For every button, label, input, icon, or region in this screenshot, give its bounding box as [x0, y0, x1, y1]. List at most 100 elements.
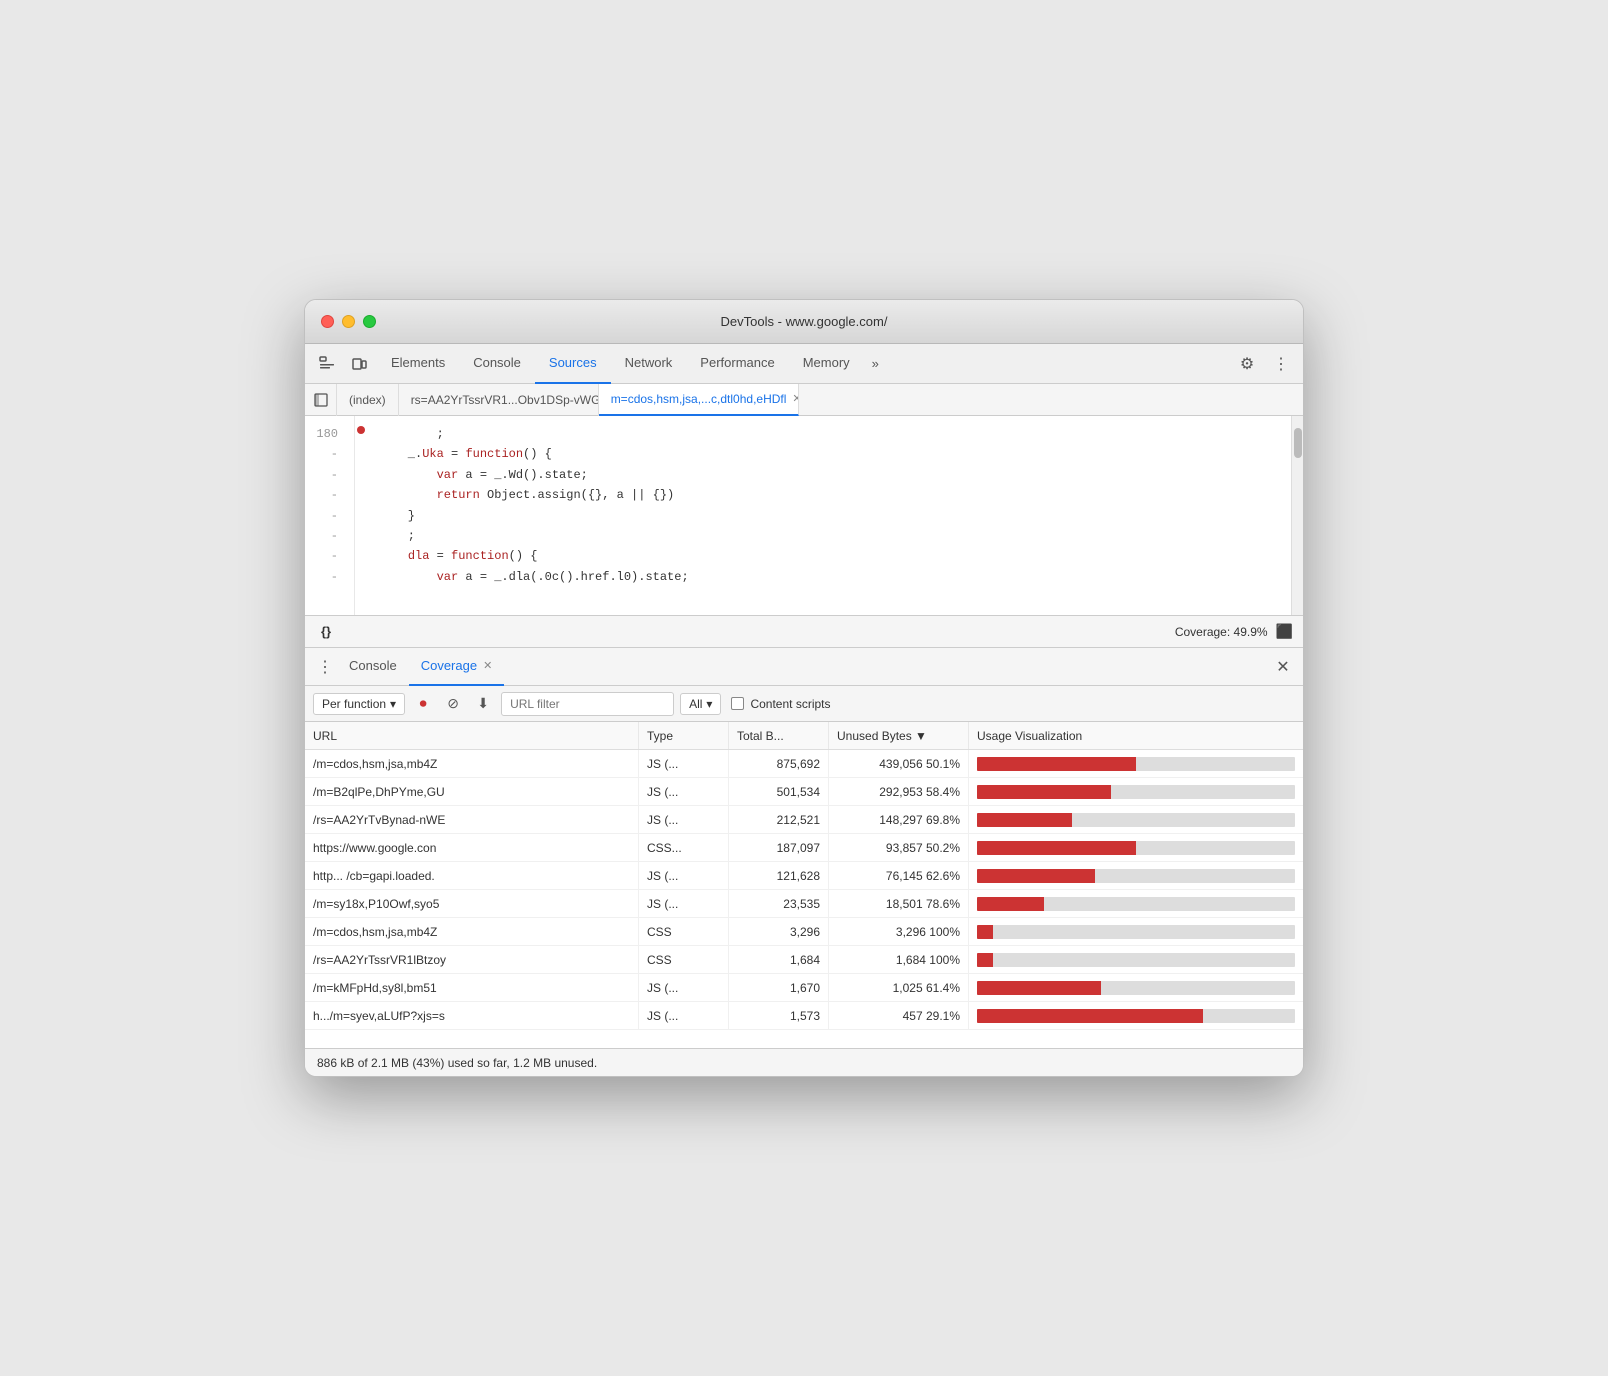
- tab-console[interactable]: Console: [459, 344, 535, 384]
- coverage-toolbar: Per function ▾ ⏺ ⊘ ⬇ All ▾ Content scrip…: [305, 686, 1303, 722]
- tab-performance[interactable]: Performance: [686, 344, 788, 384]
- more-tabs-button[interactable]: »: [864, 344, 887, 384]
- file-tab-close-icon[interactable]: ✕: [792, 392, 798, 405]
- cell-unused: 439,056 50.1%: [829, 750, 969, 777]
- coverage-tab-close-icon[interactable]: ✕: [483, 659, 492, 672]
- breakpoint-gutter: [355, 416, 367, 615]
- table-row[interactable]: http... /cb=gapi.loaded. JS (... 121,628…: [305, 862, 1303, 890]
- panel-menu-icon[interactable]: ⋮: [313, 655, 337, 679]
- col-total[interactable]: Total B...: [729, 722, 829, 749]
- nav-right: ⚙ ⋮: [1233, 350, 1295, 378]
- cell-vis: [969, 750, 1303, 777]
- cell-url: /m=sy18x,P10Owf,syo5: [305, 890, 639, 917]
- minimize-button[interactable]: [342, 315, 355, 328]
- table-row[interactable]: /m=kMFpHd,sy8l,bm51 JS (... 1,670 1,025 …: [305, 974, 1303, 1002]
- tab-network[interactable]: Network: [611, 344, 687, 384]
- vis-used-bar: [977, 869, 1095, 883]
- cell-type: JS (...: [639, 1002, 729, 1029]
- window-controls[interactable]: [321, 315, 376, 328]
- file-tab-mcdos[interactable]: m=cdos,hsm,jsa,...c,dtl0hd,eHDfl ✕: [599, 384, 799, 416]
- maximize-button[interactable]: [363, 315, 376, 328]
- cell-vis: [969, 806, 1303, 833]
- table-row[interactable]: /rs=AA2YrTvBynad-nWE JS (... 212,521 148…: [305, 806, 1303, 834]
- file-tab-index[interactable]: (index): [337, 384, 399, 416]
- cell-vis: [969, 1002, 1303, 1029]
- more-options-icon[interactable]: ⋮: [1267, 350, 1295, 378]
- device-icon[interactable]: [345, 350, 373, 378]
- table-row[interactable]: /rs=AA2YrTssrVR1lBtzoy CSS 1,684 1,684 1…: [305, 946, 1303, 974]
- coverage-panel: ⋮ Console Coverage ✕ ✕ Per function ▾ ⏺ …: [305, 648, 1303, 1048]
- cell-url: /m=kMFpHd,sy8l,bm51: [305, 974, 639, 1001]
- filter-all-select[interactable]: All ▾: [680, 693, 721, 715]
- cell-type: JS (...: [639, 806, 729, 833]
- stop-recording-button[interactable]: ⏺: [411, 692, 435, 716]
- format-button[interactable]: {}: [315, 622, 337, 641]
- file-tab-rs[interactable]: rs=AA2YrTssrVR1...Obv1DSp-vWG36A: [399, 384, 599, 416]
- code-line: return Object.assign({}, a || {}): [379, 485, 1279, 505]
- vis-bar: [977, 785, 1295, 799]
- tab-console-panel[interactable]: Console: [337, 648, 409, 686]
- cell-unused: 3,296 100%: [829, 918, 969, 945]
- content-scripts-checkbox[interactable]: [731, 697, 744, 710]
- cell-total: 3,296: [729, 918, 829, 945]
- vis-bar: [977, 1009, 1295, 1023]
- content-scripts-filter: Content scripts: [731, 697, 830, 711]
- tab-sources[interactable]: Sources: [535, 344, 611, 384]
- cell-total: 501,534: [729, 778, 829, 805]
- vis-used-bar: [977, 897, 1044, 911]
- vis-used-bar: [977, 1009, 1203, 1023]
- cell-vis: [969, 974, 1303, 1001]
- code-line: }: [379, 506, 1279, 526]
- table-header: URL Type Total B... Unused Bytes ▼ Usage…: [305, 722, 1303, 750]
- vis-used-bar: [977, 785, 1111, 799]
- table-row[interactable]: /m=B2qlPe,DhPYme,GU JS (... 501,534 292,…: [305, 778, 1303, 806]
- coverage-label: Coverage: 49.9%: [1175, 625, 1268, 639]
- clear-button[interactable]: ⊘: [441, 692, 465, 716]
- cell-vis: [969, 778, 1303, 805]
- dropdown-arrow-icon: ▾: [390, 697, 396, 711]
- inspect-icon[interactable]: [313, 350, 341, 378]
- table-row[interactable]: /m=sy18x,P10Owf,syo5 JS (... 23,535 18,5…: [305, 890, 1303, 918]
- code-content[interactable]: ; _.Uka = function() { var a = _.Wd().st…: [367, 416, 1291, 615]
- cell-type: CSS...: [639, 834, 729, 861]
- screenshot-icon[interactable]: ⬛: [1276, 623, 1293, 640]
- col-unused[interactable]: Unused Bytes ▼: [829, 722, 969, 749]
- cell-url: http... /cb=gapi.loaded.: [305, 862, 639, 889]
- per-function-button[interactable]: Per function ▾: [313, 693, 405, 715]
- table-row[interactable]: /m=cdos,hsm,jsa,mb4Z CSS 3,296 3,296 100…: [305, 918, 1303, 946]
- code-line: ;: [379, 526, 1279, 546]
- export-button[interactable]: ⬇: [471, 692, 495, 716]
- bottom-toolbar: {} Coverage: 49.9% ⬛: [305, 616, 1303, 648]
- settings-icon[interactable]: ⚙: [1233, 350, 1261, 378]
- cell-url: /m=B2qlPe,DhPYme,GU: [305, 778, 639, 805]
- col-type[interactable]: Type: [639, 722, 729, 749]
- table-row[interactable]: https://www.google.con CSS... 187,097 93…: [305, 834, 1303, 862]
- vis-bar: [977, 757, 1295, 771]
- cell-url: h.../m=syev,aLUfP?xjs=s: [305, 1002, 639, 1029]
- scroll-thumb[interactable]: [1294, 428, 1302, 458]
- table-row[interactable]: h.../m=syev,aLUfP?xjs=s JS (... 1,573 45…: [305, 1002, 1303, 1030]
- panel-tabs: ⋮ Console Coverage ✕ ✕: [305, 648, 1303, 686]
- close-button[interactable]: [321, 315, 334, 328]
- title-bar: DevTools - www.google.com/: [305, 300, 1303, 344]
- cell-vis: [969, 890, 1303, 917]
- cell-type: JS (...: [639, 750, 729, 777]
- scrollbar[interactable]: [1291, 416, 1303, 615]
- cell-unused: 1,684 100%: [829, 946, 969, 973]
- col-url[interactable]: URL: [305, 722, 639, 749]
- cell-vis: [969, 834, 1303, 861]
- cell-vis: [969, 918, 1303, 945]
- table-row[interactable]: /m=cdos,hsm,jsa,mb4Z JS (... 875,692 439…: [305, 750, 1303, 778]
- col-vis[interactable]: Usage Visualization: [969, 722, 1303, 749]
- tab-elements[interactable]: Elements: [377, 344, 459, 384]
- vis-used-bar: [977, 813, 1072, 827]
- cell-total: 187,097: [729, 834, 829, 861]
- tab-coverage-panel[interactable]: Coverage ✕: [409, 648, 505, 686]
- cell-url: /m=cdos,hsm,jsa,mb4Z: [305, 918, 639, 945]
- tab-memory[interactable]: Memory: [789, 344, 864, 384]
- cell-unused: 292,953 58.4%: [829, 778, 969, 805]
- url-filter-input[interactable]: [501, 692, 674, 716]
- panel-close-button[interactable]: ✕: [1271, 655, 1295, 679]
- code-editor: 180 - - - - - - - ; _.Uka = function() {…: [305, 416, 1303, 616]
- sidebar-toggle-icon[interactable]: [305, 384, 337, 416]
